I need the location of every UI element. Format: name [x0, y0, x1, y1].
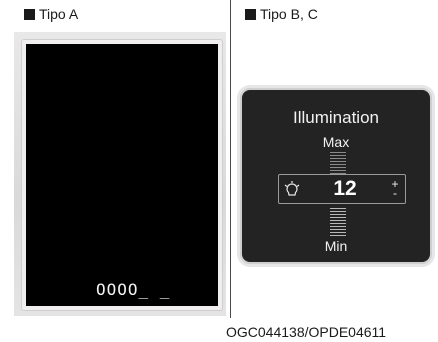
level-ticks-upper: [330, 152, 346, 174]
figure-code-caption: OGC044138/OPDE04611: [226, 324, 387, 340]
odometer-readout: OOOO_ _: [96, 280, 171, 299]
illumination-min-label: Min: [324, 238, 348, 254]
plus-minus-icon: + -: [385, 178, 405, 200]
panel-a-label: Tipo A: [24, 6, 78, 22]
panel-divider: [230, 0, 231, 318]
minus-sign: -: [393, 186, 397, 200]
panel-b-label: Tipo B, C: [245, 6, 318, 22]
panel-a-label-text: Tipo A: [39, 6, 79, 22]
illumination-display: Illumination Max 12 + - Min: [240, 88, 432, 264]
panel-b-label-text: Tipo B, C: [260, 6, 318, 22]
illumination-level-row: 12 + -: [278, 174, 406, 204]
square-bullet-icon: [24, 8, 35, 20]
cluster-display-a: [22, 40, 222, 310]
level-ticks-lower: [330, 208, 346, 236]
illumination-level-value: 12: [333, 177, 357, 200]
square-bullet-icon: [245, 8, 256, 20]
light-bulb-icon: [279, 181, 305, 197]
illumination-title: Illumination: [293, 108, 379, 127]
illumination-max-label: Max: [322, 134, 350, 150]
